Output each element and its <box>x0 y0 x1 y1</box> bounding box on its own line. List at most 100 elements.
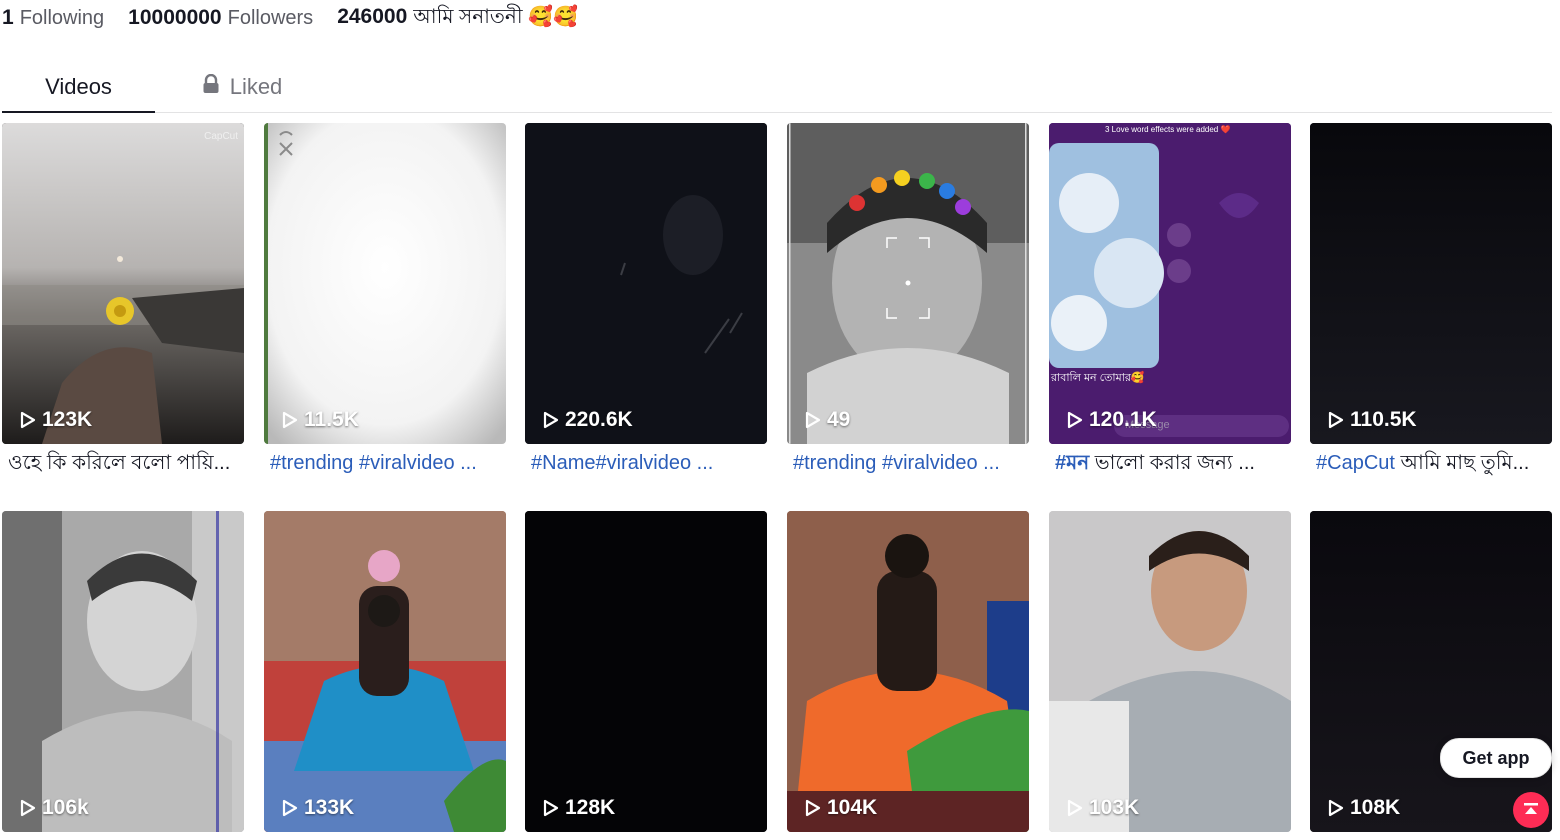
view-count-value: 103K <box>1089 796 1140 819</box>
tab-videos[interactable]: Videos <box>2 62 155 112</box>
view-count-value: 49 <box>827 408 851 431</box>
video-card[interactable]: 3 Love word effects were added ❤️ রাবালি… <box>1049 123 1291 474</box>
video-caption[interactable]: #trending #viralvideo ... <box>270 450 504 476</box>
video-card[interactable]: 103K <box>1049 511 1291 832</box>
love-effects-text: 3 Love word effects were added ❤️ <box>1105 125 1231 134</box>
likes-label: আমি সনাতনী 🥰🥰 <box>413 5 578 28</box>
video-thumbnail[interactable]: 49 <box>787 123 1029 444</box>
view-count-value: 108K <box>1350 796 1401 819</box>
followers-count: 10000000 <box>128 6 222 29</box>
view-count: 103K <box>1067 796 1139 820</box>
view-count: 133K <box>282 796 354 820</box>
thumbnail-image <box>264 511 506 832</box>
video-thumbnail[interactable]: 133K <box>264 511 506 832</box>
play-icon <box>20 799 36 817</box>
tab-liked-label: Liked <box>229 74 283 99</box>
hashtag-link[interactable]: #CapCut <box>1316 452 1395 474</box>
hashtag-link[interactable]: #trending #viralvideo ... <box>793 452 1000 474</box>
video-caption[interactable]: #Name#viralvideo ... <box>531 450 765 476</box>
video-thumbnail[interactable]: 108K <box>1310 511 1552 832</box>
profile-tabs: Videos Liked <box>2 62 1552 113</box>
video-card[interactable]: 110.5K #CapCut আমি মাছ তুমি... <box>1310 123 1552 474</box>
video-caption[interactable]: #trending #viralvideo ... <box>793 450 1027 476</box>
capcut-watermark: CapCut <box>204 131 238 142</box>
thumbnail-image <box>2 123 244 444</box>
play-icon <box>543 799 559 817</box>
hashtag-link[interactable]: #মন <box>1055 452 1089 474</box>
thumbnail-image <box>525 511 767 832</box>
play-icon <box>543 411 559 429</box>
video-thumbnail[interactable]: 106k <box>2 511 244 832</box>
thumbnail-image <box>1310 123 1552 444</box>
followers-stat[interactable]: 10000000 Followers <box>128 6 313 30</box>
view-count: 123K <box>20 408 92 432</box>
video-caption[interactable]: #মন ভালো করার জন্য ... <box>1055 450 1289 476</box>
view-count: 120.1K <box>1067 408 1157 432</box>
video-thumbnail[interactable]: CapCut 123K <box>2 123 244 444</box>
followers-label: Followers <box>227 7 314 29</box>
thumbnail-image <box>1310 511 1552 832</box>
tab-liked[interactable]: Liked <box>177 62 307 112</box>
view-count-value: 110.5K <box>1350 408 1417 431</box>
active-tab-indicator <box>2 111 155 113</box>
following-label: Following <box>19 7 105 29</box>
video-caption[interactable]: #CapCut আমি মাছ তুমি... <box>1316 450 1550 476</box>
lock-icon <box>202 73 220 100</box>
view-count: 106k <box>20 796 89 820</box>
thumbnail-image <box>1049 511 1291 832</box>
chat-line-text: রাবালি মন তোমার🥰 <box>1051 372 1145 384</box>
video-caption[interactable]: ওহে কি করিলে বলো পায়ি... <box>8 450 242 476</box>
view-count-value: 11.5K <box>304 408 359 431</box>
view-count-value: 128K <box>565 796 616 819</box>
view-count-value: 133K <box>304 796 355 819</box>
get-app-label: Get app <box>1462 747 1530 768</box>
view-count-value: 123K <box>42 408 93 431</box>
view-count: 110.5K <box>1328 408 1417 432</box>
hashtag-link[interactable]: #trending #viralvideo ... <box>270 452 477 474</box>
get-app-button[interactable]: Get app <box>1440 738 1552 778</box>
video-card[interactable]: 106k <box>2 511 244 832</box>
video-card[interactable]: 49 #trending #viralvideo ... <box>787 123 1029 474</box>
play-icon <box>1067 799 1083 817</box>
thumbnail-image <box>787 511 1029 832</box>
following-stat[interactable]: 1 Following <box>2 6 104 30</box>
video-card[interactable]: CapCut 123K ওহে কি করিলে বলো পায়ি... <box>2 123 244 474</box>
view-count-value: 106k <box>42 796 89 819</box>
arrow-up-icon <box>1524 803 1538 814</box>
tab-videos-label: Videos <box>45 74 112 99</box>
video-thumbnail[interactable]: 110.5K <box>1310 123 1552 444</box>
view-count: 108K <box>1328 796 1400 820</box>
thumbnail-image <box>1049 123 1291 444</box>
video-thumbnail[interactable]: 220.6K <box>525 123 767 444</box>
caption-text: ভালো করার জন্য ... <box>1089 452 1255 474</box>
video-thumbnail[interactable]: 3 Love word effects were added ❤️ রাবালি… <box>1049 123 1291 444</box>
video-card[interactable]: 220.6K #Name#viralvideo ... <box>525 123 767 474</box>
view-count-value: 104K <box>827 796 878 819</box>
profile-stats: 1 Following 10000000 Followers 246000 আম… <box>2 4 602 32</box>
thumbnail-image <box>2 511 244 832</box>
play-icon <box>282 411 298 429</box>
video-card[interactable]: 104K <box>787 511 1029 832</box>
play-icon <box>1067 411 1083 429</box>
video-thumbnail[interactable]: 11.5K <box>264 123 506 444</box>
video-thumbnail[interactable]: 103K <box>1049 511 1291 832</box>
caption-text: আমি মাছ তুমি... <box>1394 452 1530 474</box>
thumbnail-image <box>787 123 1029 444</box>
following-count: 1 <box>2 6 14 29</box>
video-card[interactable]: 108K <box>1310 511 1552 832</box>
video-thumbnail[interactable]: 128K <box>525 511 767 832</box>
play-icon <box>805 411 821 429</box>
likes-count: 246000 <box>337 4 408 28</box>
video-card[interactable]: 128K <box>525 511 767 832</box>
video-card[interactable]: 11.5K #trending #viralvideo ... <box>264 123 506 474</box>
scroll-to-top-button[interactable] <box>1513 792 1549 828</box>
hashtag-link[interactable]: #Name#viralvideo ... <box>531 452 713 474</box>
thumbnail-image <box>525 123 767 444</box>
view-count: 104K <box>805 796 877 820</box>
view-count: 11.5K <box>282 408 359 432</box>
view-count-value: 120.1K <box>1089 408 1157 431</box>
video-card[interactable]: 133K <box>264 511 506 832</box>
likes-stat: 246000 আমি সনাতনী 🥰🥰 <box>337 2 578 35</box>
video-thumbnail[interactable]: 104K <box>787 511 1029 832</box>
play-icon <box>1328 799 1344 817</box>
